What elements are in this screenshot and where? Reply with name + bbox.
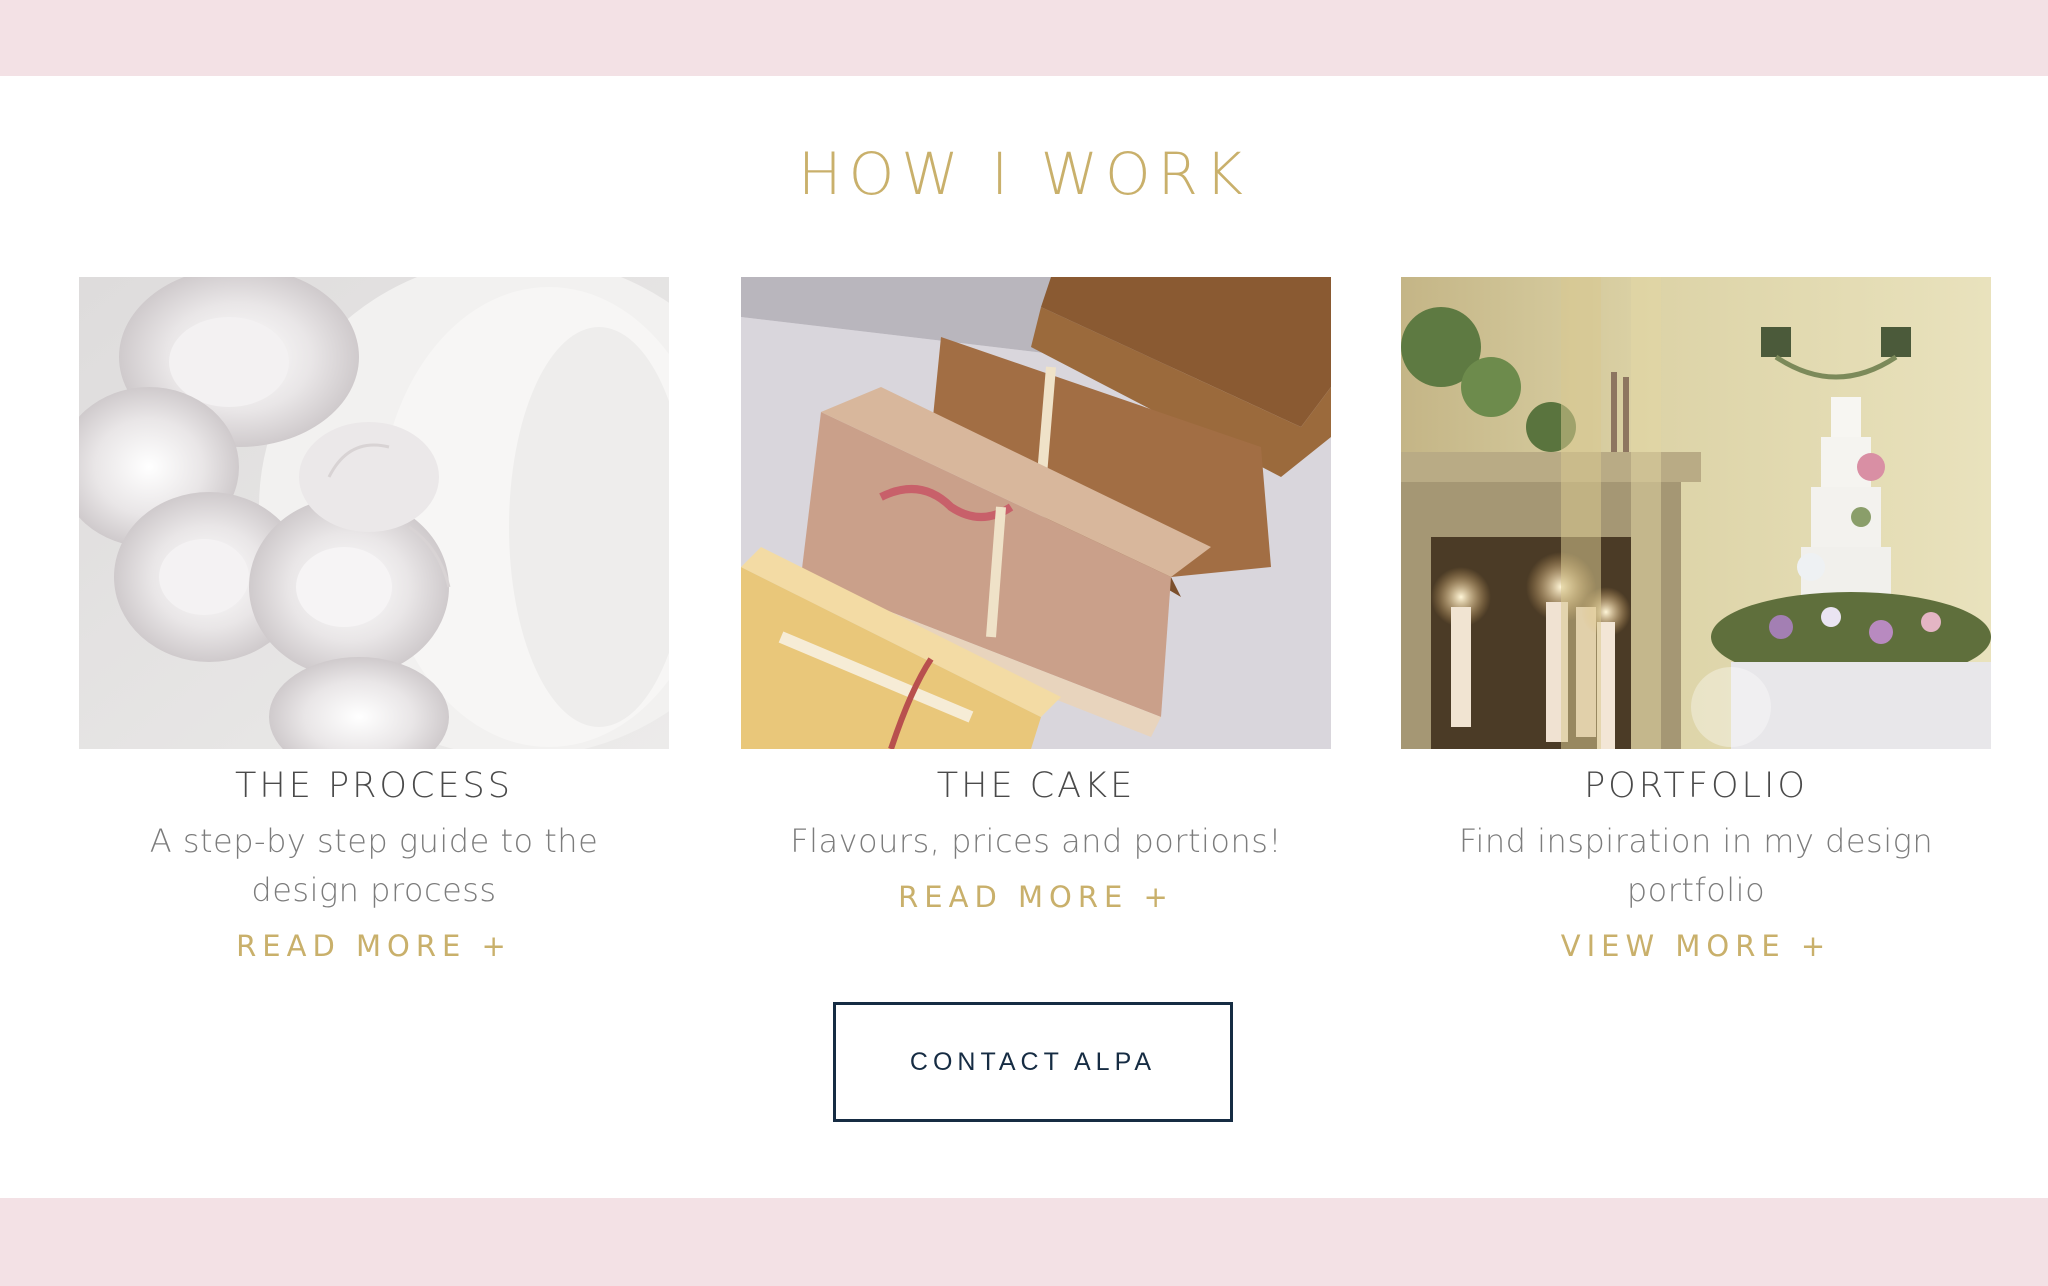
view-more-link[interactable]: VIEW MORE + — [1401, 929, 1991, 963]
contact-button[interactable]: CONTACT ALPA — [833, 1002, 1233, 1122]
card-process: THE PROCESS A step-by step guide to the … — [79, 277, 669, 963]
card-title: THE PROCESS — [235, 766, 513, 806]
top-pink-band — [0, 0, 2048, 76]
card-description: A step-by step guide to the design proce… — [149, 822, 599, 909]
read-more-link[interactable]: READ MORE + — [741, 880, 1331, 914]
card-description: Find inspiration in my design portfolio — [1458, 822, 1934, 909]
portfolio-image[interactable] — [1401, 277, 1991, 749]
card-portfolio: PORTFOLIO Find inspiration in my design … — [1401, 277, 1991, 963]
read-more-link[interactable]: READ MORE + — [79, 929, 669, 963]
card-title: PORTFOLIO — [1584, 766, 1808, 806]
section-title: HOW I WORK — [798, 140, 1250, 208]
card-description: Flavours, prices and portions! — [790, 822, 1282, 860]
card-title: THE CAKE — [936, 766, 1136, 806]
card-cake: THE CAKE Flavours, prices and portions! … — [741, 277, 1331, 914]
cake-image[interactable] — [741, 277, 1331, 749]
process-image[interactable] — [79, 277, 669, 749]
bottom-pink-band — [0, 1198, 2048, 1286]
